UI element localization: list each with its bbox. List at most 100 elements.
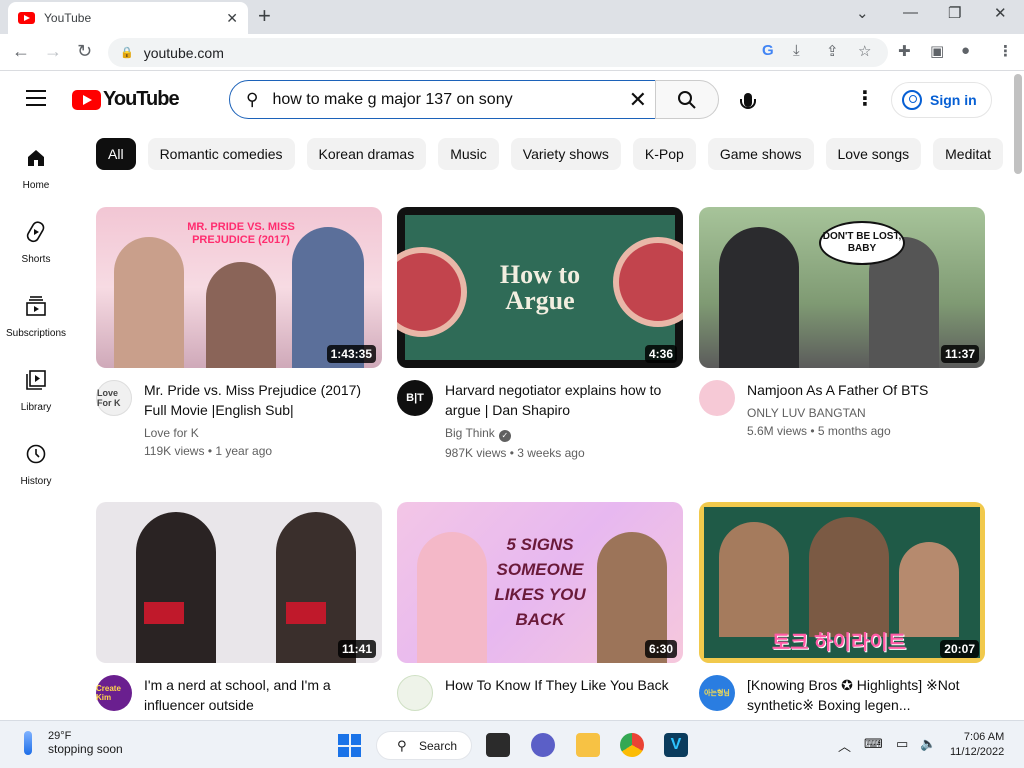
video-thumbnail[interactable]: 토크 하이라이트 20:07 — [699, 502, 985, 663]
video-title[interactable]: How To Know If They Like You Back — [445, 675, 683, 695]
video-meta: How To Know If They Like You Back — [397, 675, 683, 711]
video-title[interactable]: Namjoon As A Father Of BTS — [747, 380, 985, 400]
profile-icon[interactable]: ● — [961, 42, 970, 59]
keyboard-icon[interactable]: ⌨ — [864, 736, 883, 752]
video-duration: 4:36 — [644, 345, 677, 363]
video-thumbnail[interactable]: 11:41 — [96, 502, 382, 663]
history-icon — [24, 442, 48, 466]
install-app-icon[interactable]: ⤓ — [793, 42, 800, 59]
shorts-icon — [24, 220, 48, 244]
channel-name[interactable]: Big Think — [445, 426, 495, 440]
extensions-icon[interactable]: ✚ — [898, 42, 911, 60]
video-thumbnail[interactable]: How to Argue 4:36 — [397, 207, 683, 368]
voice-search-button[interactable] — [728, 80, 767, 119]
forward-button[interactable]: → — [44, 41, 62, 61]
chip-game-shows[interactable]: Game shows — [707, 138, 814, 170]
thumbnail-caption: 토크 하이라이트 — [771, 632, 907, 654]
video-stats: 987K views • 3 weeks ago — [445, 446, 585, 460]
guide-item-home[interactable]: Home — [0, 128, 72, 202]
system-clock[interactable]: 7:06 AM 11/12/2022 — [950, 730, 1004, 760]
minimize-button[interactable]: — — [903, 4, 918, 21]
bookmark-star-icon[interactable]: ☆ — [858, 42, 871, 60]
video-card[interactable]: How to Argue 4:36 B|T Harvard negotiator… — [397, 207, 683, 460]
channel-name-row: Big Think ✓ — [445, 426, 683, 442]
chip-variety-shows[interactable]: Variety shows — [510, 138, 621, 170]
chip-meditation[interactable]: Meditat — [933, 138, 1004, 170]
channel-avatar[interactable]: Create Kim — [96, 675, 132, 711]
video-title[interactable]: I'm a nerd at school, and I'm a influenc… — [144, 675, 382, 715]
scrollbar-thumb[interactable] — [1014, 74, 1022, 174]
video-title[interactable]: [Knowing Bros ✪ Highlights] ※Not synthet… — [747, 675, 985, 715]
channel-avatar[interactable]: 아는형님 — [699, 675, 735, 711]
video-thumbnail[interactable]: DON'T BE LOST, BABY 11:37 — [699, 207, 985, 368]
task-view-icon[interactable] — [486, 733, 510, 757]
teams-chat-icon[interactable] — [531, 733, 555, 757]
chip-korean-dramas[interactable]: Korean dramas — [306, 138, 427, 170]
new-tab-button[interactable]: + — [258, 4, 271, 28]
video-card[interactable]: MR. PRIDE VS. MISS PREJUDICE (2017) 1:43… — [96, 207, 382, 458]
guide-menu-icon[interactable] — [26, 90, 46, 106]
view-count: 5.6M views — [747, 424, 808, 438]
guide-label-shorts: Shorts — [21, 254, 51, 265]
volume-icon[interactable]: 🔈 — [920, 736, 936, 752]
taskbar-search[interactable]: ⚲ Search — [376, 731, 472, 760]
weather-widget[interactable]: 29°F stopping soon — [24, 730, 123, 756]
sign-in-button[interactable]: Sign in — [891, 82, 992, 118]
search-input[interactable]: ⚲ how to make g major 137 on sony ✕ — [229, 80, 656, 119]
video-card[interactable]: DON'T BE LOST, BABY 11:37 Namjoon As A F… — [699, 207, 985, 438]
restore-button[interactable]: ❐ — [948, 4, 961, 22]
chip-k-pop[interactable]: K-Pop — [632, 138, 696, 170]
channel-avatar[interactable] — [699, 380, 735, 416]
browser-tab-youtube[interactable]: YouTube ✕ — [8, 2, 248, 34]
youtube-logo[interactable]: YouTube — [72, 88, 180, 111]
view-count: 987K views — [445, 446, 507, 460]
library-icon — [24, 368, 48, 392]
chrome-taskbar-icon[interactable] — [620, 733, 644, 757]
channel-name[interactable]: Love for K — [144, 426, 382, 440]
video-card[interactable]: 5 SIGNS SOMEONE LIKES YOU BACK 6:30 How … — [397, 502, 683, 711]
video-card[interactable]: 11:41 Create Kim I'm a nerd at school, a… — [96, 502, 382, 715]
file-explorer-icon[interactable] — [576, 733, 600, 757]
channel-avatar[interactable] — [397, 675, 433, 711]
video-thumbnail[interactable]: 5 SIGNS SOMEONE LIKES YOU BACK 6:30 — [397, 502, 683, 663]
guide-item-subscriptions[interactable]: Subscriptions — [0, 276, 72, 350]
filter-chips-bar: All Romantic comedies Korean dramas Musi… — [96, 138, 1008, 172]
channel-avatar[interactable]: Love For K — [96, 380, 132, 416]
chip-music[interactable]: Music — [438, 138, 499, 170]
channel-name[interactable]: ONLY LUV BANGTAN — [747, 406, 985, 420]
google-lens-icon[interactable]: G — [762, 42, 774, 59]
show-hidden-icons-chevron-icon[interactable]: ︿ — [838, 736, 851, 755]
video-thumbnail[interactable]: MR. PRIDE VS. MISS PREJUDICE (2017) 1:43… — [96, 207, 382, 368]
search-button[interactable] — [655, 80, 719, 119]
share-icon[interactable]: ⇪ — [826, 42, 839, 60]
channel-avatar[interactable]: B|T — [397, 380, 433, 416]
search-button-icon — [678, 90, 696, 109]
search-query-text[interactable]: how to make g major 137 on sony — [272, 91, 628, 109]
lock-icon[interactable]: 🔒 — [120, 46, 134, 59]
video-title[interactable]: Harvard negotiator explains how to argue… — [445, 380, 683, 420]
home-icon — [24, 146, 48, 170]
guide-label-home: Home — [22, 180, 50, 191]
chrome-menu-icon[interactable]: ⋮ — [998, 42, 1013, 60]
close-window-button[interactable]: ✕ — [994, 4, 1007, 22]
upload-age: 1 year ago — [215, 444, 273, 458]
page-scrollbar[interactable] — [1012, 72, 1024, 719]
chip-love-songs[interactable]: Love songs — [825, 138, 922, 170]
guide-item-shorts[interactable]: Shorts — [0, 202, 72, 276]
guide-item-library[interactable]: Library — [0, 350, 72, 424]
network-icon[interactable]: ▭ — [896, 736, 908, 752]
chip-romantic-comedies[interactable]: Romantic comedies — [147, 138, 295, 170]
settings-more-icon[interactable]: ⋮ — [855, 88, 875, 110]
back-button[interactable]: ← — [12, 41, 30, 61]
start-button-icon[interactable] — [338, 734, 361, 757]
chip-all[interactable]: All — [96, 138, 136, 170]
clear-search-icon[interactable]: ✕ — [629, 88, 647, 110]
guide-item-history[interactable]: History — [0, 424, 72, 498]
video-card[interactable]: 토크 하이라이트 20:07 아는형님 [Knowing Bros ✪ High… — [699, 502, 985, 715]
tab-search-dropdown-icon[interactable]: ⌄ — [856, 4, 869, 22]
vpn-app-icon[interactable]: V — [664, 733, 688, 757]
tab-close-icon[interactable]: ✕ — [226, 10, 238, 27]
side-panel-icon[interactable]: ▣ — [930, 42, 944, 60]
video-title[interactable]: Mr. Pride vs. Miss Prejudice (2017) Full… — [144, 380, 382, 420]
reload-button[interactable]: ↻ — [77, 41, 92, 61]
